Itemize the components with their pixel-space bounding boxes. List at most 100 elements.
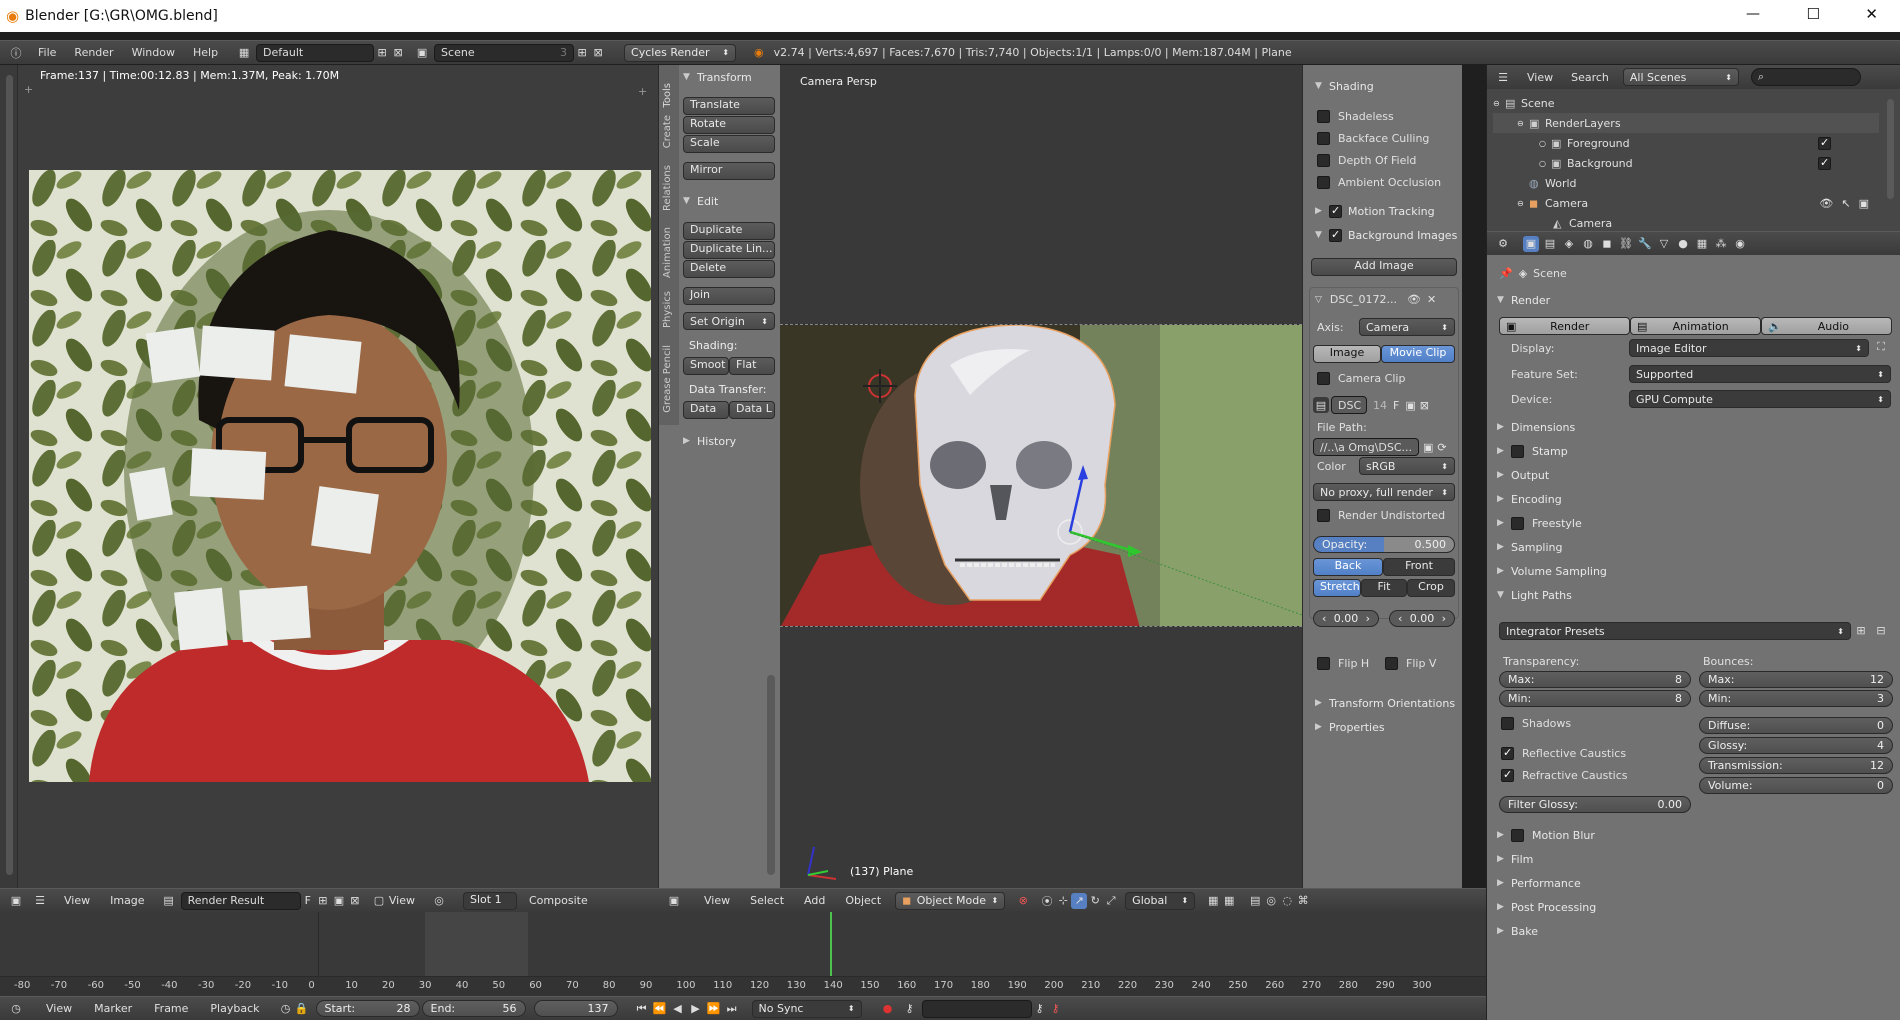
play-reverse-icon[interactable]: ◀: [670, 1001, 686, 1017]
image-browse-icon[interactable]: ▤: [161, 893, 177, 909]
pin-icon[interactable]: 📌: [1499, 267, 1513, 280]
data-context-icon[interactable]: ▽: [1656, 236, 1672, 252]
bg-image-expand-icon[interactable]: ▽: [1315, 295, 1322, 305]
render-button[interactable]: ▣ Render: [1499, 317, 1630, 335]
render-panel-header[interactable]: ▼ Render: [1497, 290, 1893, 310]
world-context-icon[interactable]: ◍: [1580, 236, 1596, 252]
remove-bg-icon[interactable]: ✕: [1427, 293, 1436, 306]
tab-relations[interactable]: Relations: [662, 165, 673, 211]
outliner-view-menu[interactable]: View: [1527, 71, 1553, 84]
vertical-scrollbar[interactable]: [6, 75, 13, 875]
scale-button[interactable]: Scale: [683, 135, 775, 153]
axis-select[interactable]: Camera ⬍: [1359, 318, 1455, 336]
shadows-option[interactable]: Shadows: [1501, 717, 1571, 730]
shadeless-option[interactable]: Shadeless: [1317, 110, 1394, 123]
animation-button[interactable]: ▤ Animation: [1630, 317, 1761, 335]
render-layers-context-icon[interactable]: ▤: [1542, 236, 1558, 252]
pass-select[interactable]: Composite: [529, 894, 588, 907]
menu-help[interactable]: Help: [193, 46, 218, 59]
clip-browse-icon[interactable]: ▤: [1313, 397, 1329, 413]
constraints-context-icon[interactable]: ⛓: [1618, 236, 1634, 252]
camera-clip-checkbox[interactable]: [1317, 372, 1330, 385]
sync-select[interactable]: No Sync ⬍: [751, 999, 862, 1018]
motion-tracking-checkbox[interactable]: [1329, 204, 1342, 218]
render-context-icon[interactable]: ▣: [1523, 235, 1539, 252]
motion-blur-checkbox[interactable]: [1511, 828, 1524, 842]
join-button[interactable]: Join: [683, 287, 775, 305]
dimensions-header[interactable]: ▶ Dimensions: [1497, 417, 1893, 437]
play-icon[interactable]: ▶: [688, 1001, 704, 1017]
lock-icon[interactable]: 🔒: [294, 1001, 310, 1017]
fit-button[interactable]: Fit: [1361, 579, 1407, 597]
tree-row-foreground[interactable]: ○ ▣ Foreground: [1493, 133, 1879, 153]
3d-viewport[interactable]: Camera Persp (137) Plane: [780, 65, 1302, 888]
proportional-edit-icon[interactable]: ◌: [1279, 893, 1295, 909]
visibility-eye-icon[interactable]: 👁: [1819, 197, 1833, 210]
bounces-max-field[interactable]: Max: 12: [1699, 671, 1893, 688]
translate-manipulator-icon[interactable]: ↗: [1071, 892, 1088, 909]
start-frame-field[interactable]: Start: 28: [315, 1000, 420, 1017]
post-processing-header[interactable]: ▶ Post Processing: [1497, 897, 1893, 917]
dof-option[interactable]: Depth Of Field: [1317, 154, 1416, 167]
jump-end-icon[interactable]: ⏭: [724, 1001, 740, 1017]
layers-grid-2-icon[interactable]: ▦: [1221, 893, 1237, 909]
freestyle-header[interactable]: ▶ Freestyle: [1497, 513, 1893, 533]
keying-set-field[interactable]: [921, 999, 1032, 1018]
encoding-header[interactable]: ▶ Encoding: [1497, 489, 1893, 509]
edit-panel-header[interactable]: ▼ Edit: [683, 191, 779, 211]
timeline-marker-menu[interactable]: Marker: [94, 1002, 132, 1015]
render-camera-icon[interactable]: ▣: [1859, 197, 1869, 210]
delete-button[interactable]: Delete: [683, 260, 775, 278]
menu-file[interactable]: File: [38, 46, 56, 59]
mode-select[interactable]: ◼ Object Mode ⬍: [895, 891, 1006, 910]
motion-blur-header[interactable]: ▶ Motion Blur: [1497, 825, 1893, 845]
offset-y-field[interactable]: ‹ 0.00 ›: [1389, 610, 1455, 627]
scale-manipulator-icon[interactable]: ⤢: [1103, 893, 1119, 909]
back-button[interactable]: Back: [1313, 558, 1383, 576]
image-name-field[interactable]: Render Result: [180, 891, 301, 910]
fullscreen-icon[interactable]: ⛶: [1873, 339, 1889, 355]
outliner-scrollbar[interactable]: [1887, 99, 1894, 199]
current-frame-line[interactable]: [830, 912, 832, 982]
reload-icon[interactable]: ⟳: [1437, 441, 1446, 454]
flip-h-option[interactable]: Flip H: [1317, 657, 1369, 670]
bake-header[interactable]: ▶ Bake: [1497, 921, 1893, 941]
clip-open-icon[interactable]: ▣: [1405, 399, 1415, 412]
viewport-add-menu[interactable]: Add: [804, 894, 825, 907]
close-button[interactable]: ✕: [1865, 5, 1878, 23]
timeline[interactable]: -80 -70 -60 -50 -40 -30 -20 -10 0 10 20 30 40 50 60 70 8…: [0, 912, 1486, 996]
crop-button[interactable]: Crop: [1407, 579, 1455, 597]
layout-remove-icon[interactable]: ⊠: [390, 45, 406, 61]
expand-icon[interactable]: ⊖: [1517, 119, 1529, 128]
freestyle-checkbox[interactable]: [1511, 516, 1524, 530]
film-header[interactable]: ▶ Film: [1497, 849, 1893, 869]
rotate-manipulator-icon[interactable]: ↻: [1087, 893, 1103, 909]
tab-tools[interactable]: Tools: [662, 83, 673, 108]
camera-clip-option[interactable]: Camera Clip: [1317, 372, 1405, 385]
scene-add-icon[interactable]: ⊞: [574, 45, 590, 61]
viewport-object-menu[interactable]: Object: [845, 894, 881, 907]
preset-remove-icon[interactable]: ⊟: [1873, 622, 1889, 638]
stamp-header[interactable]: ▶ Stamp: [1497, 441, 1893, 461]
translate-button[interactable]: Translate: [683, 97, 775, 115]
current-frame-field[interactable]: 137: [533, 1000, 618, 1017]
image-view-menu[interactable]: View: [64, 894, 90, 907]
record-icon[interactable]: ●: [880, 1001, 896, 1017]
scene-field[interactable]: Scene 3: [434, 43, 575, 62]
tree-row-scene[interactable]: ⊖ ▤ Scene: [1493, 93, 1879, 113]
front-button[interactable]: Front: [1383, 558, 1455, 576]
flip-v-option[interactable]: Flip V: [1385, 657, 1436, 670]
insert-keyframe-icon[interactable]: ⚷: [1032, 1001, 1048, 1017]
render-undistorted-option[interactable]: Render Undistorted: [1317, 509, 1445, 522]
render-engine-select[interactable]: Cycles Render ⬍: [624, 43, 737, 62]
corner-plus-right-icon[interactable]: +: [638, 85, 647, 98]
scene-context-icon[interactable]: ◈: [1561, 236, 1577, 252]
output-header[interactable]: ▶ Output: [1497, 465, 1893, 485]
orientation-select[interactable]: Global ⬍: [1125, 891, 1196, 910]
ao-checkbox[interactable]: [1317, 176, 1330, 189]
prev-keyframe-icon[interactable]: ⏪: [652, 1001, 668, 1017]
editor-type-icon[interactable]: ⓘ: [8, 45, 24, 61]
image-editor-type-icon[interactable]: ▣: [8, 893, 24, 909]
outliner-editor-icon[interactable]: ☰: [1495, 69, 1511, 85]
feature-set-select[interactable]: Supported ⬍: [1629, 365, 1891, 383]
